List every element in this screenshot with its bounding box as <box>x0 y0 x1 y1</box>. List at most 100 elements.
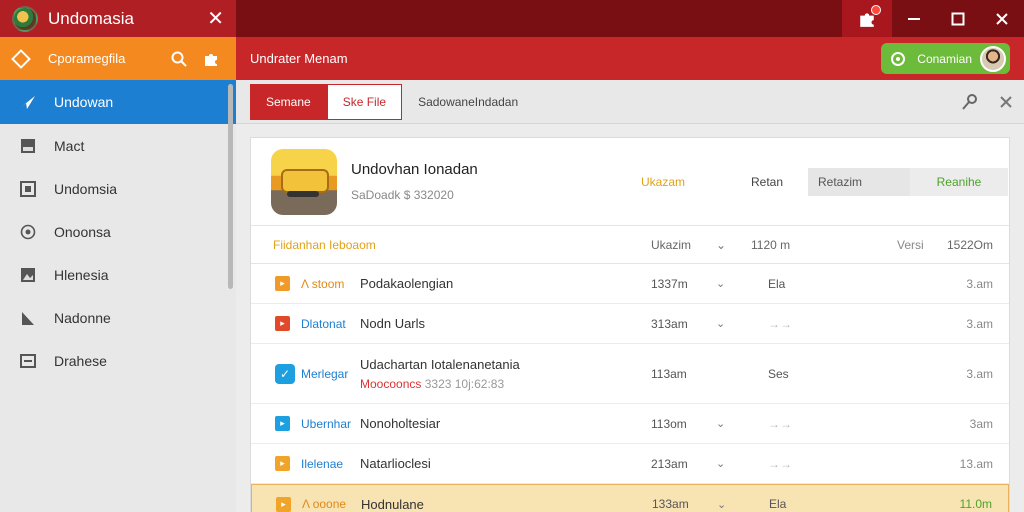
sidebar-item-hlenesia[interactable]: Hlenesia <box>0 253 236 296</box>
chevron-down-icon[interactable]: ⌄ <box>716 277 725 290</box>
row-tag: Dlatonat <box>301 316 346 331</box>
chart-icon <box>18 309 38 327</box>
app-status: Ukazam <box>641 174 686 189</box>
table-row-selected[interactable]: ▸ Λ ooone Hodnulane 133am ⌄ Ela 11.0m <box>251 484 1009 512</box>
avatar[interactable] <box>980 45 1006 72</box>
close-icon[interactable]: ✕ <box>207 9 224 29</box>
retazim-button[interactable]: Retazim <box>808 167 910 196</box>
col-header-size[interactable]: Ukazim <box>651 238 691 252</box>
sidebar: Undomasia ✕ Cporamegfila Undowan Mact Un… <box>0 0 236 512</box>
sidebar-search-label: Cporamegfila <box>48 51 126 66</box>
row-name: Nonoholtesiar <box>360 416 441 431</box>
image-icon <box>18 266 38 284</box>
file-icon: ▸ <box>275 316 290 331</box>
breadcrumb: SadowaneIndadan <box>418 94 519 109</box>
table-row[interactable]: ▸ Ubernhar Nonoholtesiar 113om ⌄ →→ 3am <box>251 404 1009 444</box>
close-icon[interactable] <box>988 95 1024 108</box>
chevron-down-icon[interactable]: ⌄ <box>716 238 726 252</box>
file-icon: ▸ <box>275 276 290 291</box>
table-row[interactable]: ▸ Dlatonat Nodn Uarls 313am ⌄ →→ 3.am <box>251 304 1009 344</box>
row-tag: Λ stoom <box>301 276 345 291</box>
tab-ske-file[interactable]: Ske File <box>326 83 403 120</box>
sidebar-item-mact[interactable]: Mact <box>0 124 236 167</box>
row-right: 3am <box>969 416 993 431</box>
col-header-right[interactable]: 1522Om <box>947 238 993 252</box>
row-right: 3.am <box>966 316 993 331</box>
sidebar-item-nadonne[interactable]: Nadonne <box>0 296 236 339</box>
app-title: Undomasia <box>48 8 134 28</box>
app-subtitle: SaDoadk $ 332020 <box>351 188 454 202</box>
row-c2: Ela <box>768 276 786 291</box>
app-summary: Undovhan Ionadan SaDoadk $ 332020 Ukazam… <box>251 138 1009 226</box>
app-card: Undovhan Ionadan SaDoadk $ 332020 Ukazam… <box>250 137 1010 512</box>
notification-dot <box>871 5 881 15</box>
reanihe-button[interactable]: Reanihe <box>910 167 1008 196</box>
tab-semane[interactable]: Semane <box>250 83 327 120</box>
table-row[interactable]: ✓ Merlegar Udachartan Iotalenanetania Mo… <box>251 344 1009 404</box>
row-tag: Merlegar <box>301 366 349 381</box>
table-row[interactable]: ▸ Λ stoom Podakaolengian 1337m ⌄ Ela 3.a… <box>251 264 1009 304</box>
status-label: Conamian <box>917 51 972 66</box>
file-icon: ▸ <box>276 496 291 512</box>
row-sub-value: 3323 10j:62:83 <box>424 376 505 391</box>
status-button[interactable]: Conamian <box>881 43 1010 74</box>
row-right: 13.am <box>959 456 993 471</box>
row-c2: →→ <box>768 416 792 431</box>
close-window-button[interactable] <box>980 0 1024 37</box>
sidebar-scrollbar[interactable] <box>228 84 233 289</box>
sidebar-item-undomsia[interactable]: Undomsia <box>0 167 236 210</box>
sidebar-item-label: Nadonne <box>54 309 111 326</box>
app-ret-label: Retan <box>751 174 784 189</box>
table-row[interactable]: ▸ Ilelenae Natarlioclesi 213am ⌄ →→ 13.a… <box>251 444 1009 484</box>
sidebar-item-undowan[interactable]: Undowan <box>0 80 236 124</box>
chevron-down-icon[interactable]: ⌄ <box>716 457 725 470</box>
row-name: Udachartan Iotalenanetania <box>360 356 520 372</box>
sidebar-item-drahese[interactable]: Drahese <box>0 339 236 382</box>
chevron-down-icon[interactable]: ⌄ <box>717 498 726 511</box>
maximize-button[interactable] <box>936 0 980 37</box>
col-header-c2[interactable]: 1120 m <box>751 238 790 252</box>
app-name: Undovhan Ionadan <box>351 161 478 178</box>
sidebar-nav: Undowan Mact Undomsia Onoonsa Hlenesia N… <box>0 80 236 382</box>
row-tag: Ubernhar <box>301 416 352 431</box>
toolbar: Semane Ske File SadowaneIndadan <box>236 80 1024 124</box>
drive-icon <box>18 137 38 155</box>
box-icon <box>18 352 38 370</box>
extensions-button[interactable] <box>842 0 892 37</box>
row-c2: →→ <box>768 456 792 471</box>
app-logo <box>12 5 38 32</box>
chevron-down-icon[interactable]: ⌄ <box>716 417 725 430</box>
row-size: 113om <box>651 416 687 431</box>
file-icon: ▸ <box>275 416 290 431</box>
row-subline: Moocooncs 3323 10j:62:83 <box>360 377 520 391</box>
row-sub-label: Moocooncs <box>360 376 422 391</box>
row-name-block: Udachartan Iotalenanetania Moocooncs 332… <box>360 357 520 391</box>
sidebar-item-label: Undomsia <box>54 180 118 197</box>
col-header-name[interactable]: Fiidanhan Ieboaom <box>273 238 376 252</box>
sidebar-item-label: Hlenesia <box>54 266 109 283</box>
row-name: Hodnulane <box>361 496 424 512</box>
row-size: 313am <box>651 316 688 331</box>
col-header-version[interactable]: Versi <box>897 238 924 252</box>
app-titlebar: Undomasia ✕ <box>0 0 236 37</box>
file-icon: ▸ <box>275 456 290 471</box>
key-icon[interactable] <box>952 93 988 111</box>
row-tag: Λ ooone <box>302 497 347 511</box>
row-size: 1337m <box>651 276 688 291</box>
sidebar-item-label: Drahese <box>54 352 107 369</box>
chevron-down-icon[interactable]: ⌄ <box>716 317 725 330</box>
row-size: 213am <box>651 456 688 471</box>
sidebar-search-bar[interactable]: Cporamegfila <box>0 37 236 80</box>
target-icon <box>18 223 38 241</box>
row-name: Natarlioclesi <box>360 456 431 471</box>
minimize-button[interactable] <box>892 0 936 37</box>
search-icon[interactable] <box>168 48 190 70</box>
page-title: Undrater Menam <box>250 51 348 66</box>
page-header: Undrater Menam Conamian <box>236 37 1024 80</box>
sidebar-item-onoonsa[interactable]: Onoonsa <box>0 210 236 253</box>
row-right: 3.am <box>966 366 993 381</box>
row-size: 113am <box>651 366 687 381</box>
puzzle-icon[interactable] <box>200 48 222 70</box>
row-c2: Ses <box>768 366 789 381</box>
app-icon <box>271 148 337 215</box>
